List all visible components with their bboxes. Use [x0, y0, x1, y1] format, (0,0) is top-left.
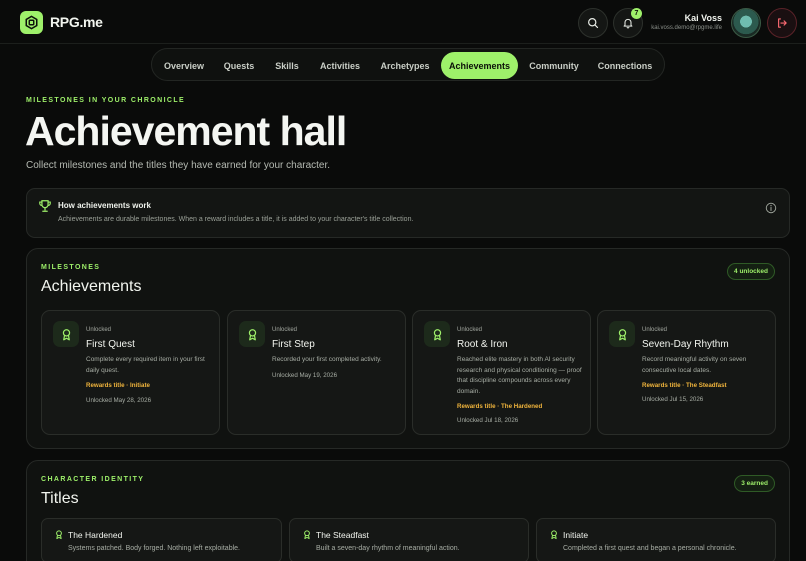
achievement-description: Record meaningful activity on seven cons…: [642, 356, 747, 374]
app-header: RPG.me 7 Kai Voss kai.voss.demo@rpgme.li…: [0, 0, 806, 44]
tab-community[interactable]: Community: [522, 52, 586, 79]
award-icon: [239, 321, 265, 347]
tab-achievements[interactable]: Achievements: [441, 52, 518, 79]
achievement-title: First Step: [272, 339, 315, 350]
user-email: kai.voss.demo@rpgme.life: [651, 25, 722, 31]
earned-count-badge: 3 earned: [734, 475, 775, 492]
title-card[interactable]: Initiate Completed a first quest and beg…: [536, 518, 776, 561]
achievement-card[interactable]: Unlocked Root & Iron Reached elite maste…: [412, 310, 591, 435]
achievement-date: Unlocked May 19, 2026: [272, 372, 338, 379]
award-icon: [56, 530, 62, 540]
tab-quests[interactable]: Quests: [215, 52, 263, 79]
notifications-button[interactable]: 7: [613, 8, 643, 38]
title-description: Completed a first quest and began a pers…: [563, 545, 737, 552]
app-logo-icon[interactable]: [20, 11, 43, 34]
title-description: Systems patched. Body forged. Nothing le…: [68, 545, 240, 552]
title-card[interactable]: The Hardened Systems patched. Body forge…: [41, 518, 282, 561]
achievement-status: Unlocked: [642, 327, 668, 333]
achievement-status: Unlocked: [86, 327, 112, 333]
main-nav: Overview Quests Skills Activities Archet…: [151, 48, 665, 81]
page-subtitle: Collect milestones and the titles they h…: [26, 160, 331, 171]
milestones-eyebrow: MILESTONES: [41, 264, 101, 271]
achievement-description: Complete every required item in your fir…: [86, 356, 205, 374]
logout-icon: [778, 18, 787, 28]
title-name: The Steadfast: [316, 530, 369, 540]
title-name: Initiate: [563, 530, 589, 540]
tab-activities[interactable]: Activities: [312, 52, 368, 79]
titles-title: Titles: [41, 490, 79, 507]
unlocked-count-badge: 4 unlocked: [727, 263, 775, 280]
achievement-card[interactable]: Unlocked First Step Recorded your first …: [227, 310, 406, 435]
award-icon: [53, 321, 79, 347]
tab-overview[interactable]: Overview: [155, 52, 213, 79]
award-icon: [551, 530, 557, 540]
achievement-title: Root & Iron: [457, 339, 508, 350]
achievement-status: Unlocked: [272, 327, 298, 333]
trophy-icon: [39, 200, 51, 212]
milestones-panel: MILESTONES Achievements 4 unlocked Unloc…: [26, 248, 790, 449]
award-icon: [424, 321, 450, 347]
logout-button[interactable]: [767, 8, 797, 38]
achievement-reward: Rewards title · The Steadfast: [642, 382, 727, 389]
milestones-title: Achievements: [41, 278, 142, 295]
achievement-title: Seven-Day Rhythm: [642, 339, 729, 350]
title-description: Built a seven-day rhythm of meaningful a…: [316, 545, 460, 552]
achievement-card[interactable]: Unlocked Seven-Day Rhythm Record meaning…: [597, 310, 776, 435]
achievement-reward: Rewards title · The Hardened: [457, 403, 543, 410]
title-card[interactable]: The Steadfast Built a seven-day rhythm o…: [289, 518, 529, 561]
info-card: How achievements work Achievements are d…: [26, 188, 790, 238]
achievement-date: Unlocked Jul 15, 2026: [642, 396, 704, 403]
notification-count-badge: 7: [631, 8, 642, 19]
award-icon: [609, 321, 635, 347]
info-icon[interactable]: [765, 202, 777, 214]
hero-eyebrow: MILESTONES IN YOUR CHRONICLE: [26, 97, 186, 104]
search-button[interactable]: [578, 8, 608, 38]
achievement-reward: Rewards title · Initiate: [86, 382, 150, 389]
achievement-status: Unlocked: [457, 327, 483, 333]
achievement-description: Recorded your first completed activity.: [272, 356, 382, 363]
achievement-date: Unlocked May 28, 2026: [86, 397, 152, 404]
titles-eyebrow: CHARACTER IDENTITY: [41, 476, 145, 483]
tab-connections[interactable]: Connections: [590, 52, 660, 79]
app-name[interactable]: RPG.me: [50, 14, 103, 30]
page-title: Achievement hall: [25, 108, 347, 154]
tab-skills[interactable]: Skills: [266, 52, 308, 79]
info-text: Achievements are durable milestones. Whe…: [58, 216, 414, 223]
user-name: Kai Voss: [684, 13, 722, 23]
achievement-card[interactable]: Unlocked First Quest Complete every requ…: [41, 310, 220, 435]
title-name: The Hardened: [68, 530, 123, 540]
avatar[interactable]: [731, 8, 761, 38]
achievement-date: Unlocked Jul 18, 2026: [457, 417, 519, 424]
tab-archetypes[interactable]: Archetypes: [372, 52, 438, 79]
achievement-title: First Quest: [86, 339, 135, 350]
titles-panel: CHARACTER IDENTITY Titles 3 earned The H…: [26, 460, 790, 561]
award-icon: [304, 530, 310, 540]
search-icon: [588, 18, 599, 29]
bell-icon: [623, 18, 633, 29]
achievement-description: Reached elite mastery in both AI securit…: [457, 356, 582, 395]
info-title: How achievements work: [58, 201, 151, 210]
